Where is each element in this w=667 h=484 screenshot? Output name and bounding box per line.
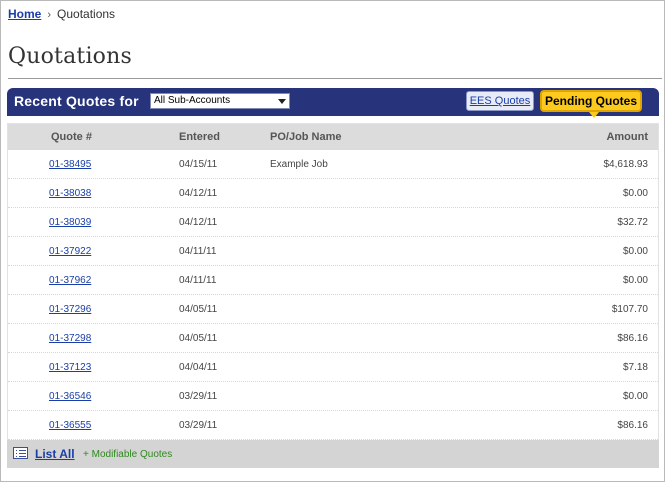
quote-number-link[interactable]: 01-37123 <box>49 362 91 373</box>
chevron-down-icon <box>278 99 286 104</box>
column-header-quote: Quote # <box>51 131 92 143</box>
subaccount-select[interactable]: All Sub-Accounts <box>150 93 290 109</box>
quote-number-link[interactable]: 01-36546 <box>49 391 91 402</box>
list-icon[interactable] <box>13 447 28 459</box>
table-row: 01-38039 04/12/11 $32.72 <box>8 208 658 237</box>
amount: $0.00 <box>622 391 648 402</box>
quote-number-link[interactable]: 01-38039 <box>49 217 91 228</box>
column-header-entered: Entered <box>179 131 220 143</box>
tab-pending-quotes[interactable]: Pending Quotes <box>540 90 642 118</box>
entered-date: 04/12/11 <box>179 217 218 228</box>
table-header: Quote # Entered PO/Job Name Amount <box>8 124 658 150</box>
table-row: 01-36555 03/29/11 $86.16 <box>8 411 658 440</box>
breadcrumb-separator: › <box>47 9 52 21</box>
amount: $4,618.93 <box>603 159 649 170</box>
entered-date: 04/05/11 <box>179 333 218 344</box>
quote-number-link[interactable]: 01-37962 <box>49 275 91 286</box>
entered-date: 04/15/11 <box>179 159 218 170</box>
recent-quotes-title: Recent Quotes for <box>14 93 139 109</box>
amount: $0.00 <box>622 275 648 286</box>
amount: $0.00 <box>622 246 648 257</box>
job-name: Example Job <box>270 159 328 170</box>
active-tab-pointer-icon <box>589 112 600 118</box>
tab-pending-quotes-label: Pending Quotes <box>544 94 637 108</box>
title-divider <box>8 78 662 79</box>
table-row: 01-37123 04/04/11 $7.18 <box>8 353 658 382</box>
tab-ees-quotes[interactable]: EES Quotes <box>466 91 534 111</box>
table-row: 01-37296 04/05/11 $107.70 <box>8 295 658 324</box>
amount: $7.18 <box>622 362 648 373</box>
entered-date: 04/11/11 <box>179 246 217 257</box>
quote-number-link[interactable]: 01-38038 <box>49 188 91 199</box>
entered-date: 04/05/11 <box>179 304 218 315</box>
entered-date: 03/29/11 <box>179 391 218 402</box>
table-row: 01-37962 04/11/11 $0.00 <box>8 266 658 295</box>
table-row: 01-38038 04/12/11 $0.00 <box>8 179 658 208</box>
list-all-link[interactable]: List All <box>35 447 75 461</box>
entered-date: 04/11/11 <box>179 275 217 286</box>
quote-number-link[interactable]: 01-37298 <box>49 333 91 344</box>
breadcrumb-home-link[interactable]: Home <box>8 7 41 21</box>
quote-number-link[interactable]: 01-37922 <box>49 246 91 257</box>
page-title: Quotations <box>8 44 132 69</box>
amount: $86.16 <box>617 333 648 344</box>
amount: $107.70 <box>611 304 648 315</box>
table-row: 01-37298 04/05/11 $86.16 <box>8 324 658 353</box>
breadcrumb-current: Quotations <box>57 7 116 21</box>
quote-number-link[interactable]: 01-36555 <box>49 420 91 431</box>
column-header-job: PO/Job Name <box>270 131 342 143</box>
entered-date: 04/04/11 <box>179 362 218 373</box>
amount: $32.72 <box>617 217 648 228</box>
modifiable-quotes-note: + Modifiable Quotes <box>83 449 173 460</box>
table-footer: List All + Modifiable Quotes <box>7 440 659 468</box>
entered-date: 03/29/11 <box>179 420 218 431</box>
subaccount-select-value: All Sub-Accounts <box>154 95 231 106</box>
entered-date: 04/12/11 <box>179 188 218 199</box>
table-row: 01-36546 03/29/11 $0.00 <box>8 382 658 411</box>
quote-number-link[interactable]: 01-37296 <box>49 304 91 315</box>
column-header-amount: Amount <box>606 131 648 143</box>
quote-number-link[interactable]: 01-38495 <box>49 159 91 170</box>
quotes-table: Quote # Entered PO/Job Name Amount 01-38… <box>7 123 659 468</box>
table-row: 01-37922 04/11/11 $0.00 <box>8 237 658 266</box>
table-row: 01-38495 04/15/11 Example Job $4,618.93 <box>8 150 658 179</box>
recent-quotes-header: Recent Quotes for All Sub-Accounts EES Q… <box>7 88 659 118</box>
amount: $0.00 <box>622 188 648 199</box>
amount: $86.16 <box>617 420 648 431</box>
breadcrumb: Home › Quotations <box>8 7 115 21</box>
